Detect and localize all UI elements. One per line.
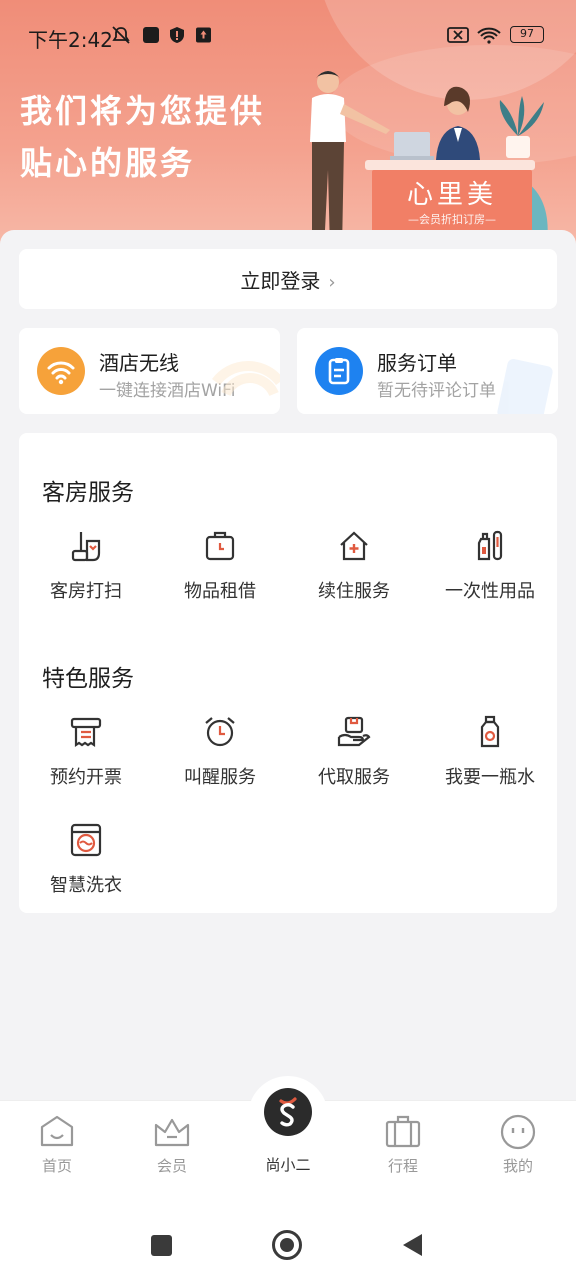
shield-icon	[170, 27, 184, 43]
clipboard-watermark-icon	[497, 358, 553, 414]
service-item-rental[interactable]: 物品租借	[153, 529, 287, 603]
service-item-rental-label: 物品租借	[184, 581, 256, 602]
wifi-watermark-icon	[212, 361, 280, 397]
wifi-icon	[47, 361, 75, 385]
service-pickup-label: 代取服务	[318, 767, 390, 788]
service-water-label: 我要一瓶水	[445, 767, 535, 788]
recent-apps-button[interactable]	[151, 1235, 172, 1256]
tab-member[interactable]: 会员	[132, 1113, 212, 1176]
service-room-cleaning[interactable]: 客房打扫	[19, 529, 153, 603]
face-icon	[500, 1114, 536, 1150]
crown-icon	[154, 1118, 190, 1147]
service-laundry-label: 智慧洗衣	[50, 875, 122, 896]
clipboard-icon-badge	[315, 347, 363, 395]
service-orders-subtitle: 暂无待评论订单	[377, 381, 496, 401]
service-extend-stay-label: 续住服务	[318, 581, 390, 602]
service-disposables-label: 一次性用品	[445, 581, 535, 602]
tab-assistant-label: 尚小二	[265, 1156, 311, 1174]
hotel-wifi-card[interactable]: 酒店无线 一键连接酒店WiFi	[19, 328, 280, 414]
service-extend-stay[interactable]: 续住服务	[287, 529, 421, 603]
hero-slogan-line2: 贴心的服务	[20, 144, 196, 182]
clock-box-icon	[205, 531, 235, 561]
battery-indicator: 97	[510, 26, 544, 43]
tab-home-label: 首页	[41, 1157, 72, 1175]
mop-icon	[71, 532, 101, 562]
toiletries-icon	[477, 530, 503, 561]
featured-services-title: 特色服务	[42, 666, 134, 692]
water-bottle-icon	[480, 715, 500, 748]
service-water[interactable]: 我要一瓶水	[423, 715, 557, 789]
alarm-clock-icon	[205, 717, 235, 747]
wifi-status-icon	[477, 27, 501, 44]
house-plus-icon	[340, 531, 368, 561]
hotel-brand-sign: 心里美 —会员折扣订房—	[372, 170, 532, 232]
login-label: 立即登录	[240, 269, 321, 293]
luggage-icon	[385, 1115, 421, 1148]
home-button-dot	[280, 1238, 294, 1252]
tab-trips-label: 行程	[387, 1157, 418, 1175]
washing-machine-icon	[70, 823, 102, 857]
services-card: 客房服务 客房打扫 物品租借 续住服务 一次性用品 特色服务 预约开票 叫醒服务…	[19, 433, 557, 913]
s-logo-icon	[279, 1097, 297, 1127]
tab-home[interactable]: 首页	[17, 1113, 97, 1176]
system-nav-bar	[0, 1190, 576, 1280]
app-square-icon	[143, 27, 159, 43]
hero-banner: 下午2:42 97 我们将为您提供 贴心的服务 心里美 —会员折扣订房—	[0, 0, 576, 250]
service-disposables[interactable]: 一次性用品	[423, 529, 557, 603]
hotel-wifi-title: 酒店无线	[99, 351, 179, 375]
login-card[interactable]: 立即登录 ›	[19, 249, 557, 309]
upload-icon	[196, 27, 211, 43]
room-services-title: 客房服务	[42, 480, 134, 506]
service-wake-up[interactable]: 叫醒服务	[153, 715, 287, 789]
receipt-icon	[70, 717, 102, 748]
service-orders-card[interactable]: 服务订单 暂无待评论订单	[297, 328, 558, 414]
home-icon	[40, 1115, 74, 1147]
tab-mine-label: 我的	[502, 1157, 533, 1175]
no-sim-icon	[447, 27, 469, 43]
brand-subtitle: —会员折扣订房—	[408, 213, 496, 226]
login-button[interactable]: 立即登录 ›	[19, 265, 557, 294]
service-orders-title: 服务订单	[377, 351, 457, 375]
hand-package-icon	[337, 716, 371, 747]
service-pickup[interactable]: 代取服务	[287, 715, 421, 789]
home-button[interactable]	[272, 1230, 302, 1260]
tab-assistant[interactable]	[264, 1088, 312, 1136]
tab-member-label: 会员	[156, 1157, 187, 1175]
service-laundry[interactable]: 智慧洗衣	[19, 823, 153, 897]
tab-mine[interactable]: 我的	[478, 1113, 558, 1176]
service-invoice[interactable]: 预约开票	[19, 715, 153, 789]
back-button[interactable]	[400, 1232, 424, 1258]
tab-trips[interactable]: 行程	[363, 1113, 443, 1176]
service-wake-up-label: 叫醒服务	[184, 767, 256, 788]
wifi-icon-badge	[37, 347, 85, 395]
battery-level: 97	[520, 27, 534, 40]
mute-bell-icon	[112, 26, 130, 44]
hero-slogan-line1: 我们将为您提供	[20, 92, 266, 130]
brand-name: 心里美	[406, 180, 497, 210]
clipboard-icon	[328, 358, 350, 385]
status-time: 下午2:42	[28, 28, 113, 52]
service-room-cleaning-label: 客房打扫	[50, 581, 122, 602]
service-invoice-label: 预约开票	[50, 767, 122, 788]
chevron-right-icon: ›	[328, 272, 336, 293]
